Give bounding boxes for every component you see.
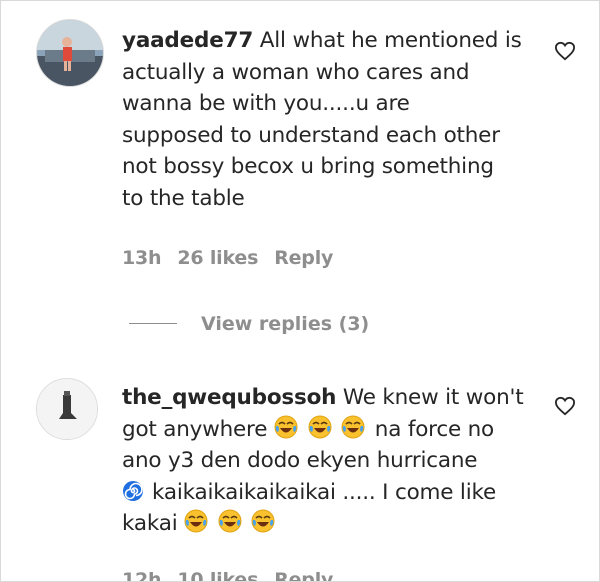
face-with-tears-of-joy-icon: [184, 509, 208, 533]
reply-button[interactable]: Reply: [274, 569, 333, 581]
comment-username[interactable]: yaadede77: [122, 28, 253, 53]
comment-text-line: actually a woman who cares and: [122, 59, 470, 85]
view-replies-label[interactable]: View replies (3): [201, 313, 369, 335]
comment-text-line: kaikaikaikaikaikai ..... I come like: [152, 479, 496, 505]
comment-text-line: got anywhere: [122, 416, 268, 442]
comment-text-line: ano y3 den dodo ekyen hurricane: [122, 448, 478, 473]
profile-photo-icon: [37, 379, 97, 439]
comment-meta: 13h 26 likes Reply: [122, 247, 349, 269]
view-replies-button[interactable]: View replies (3): [129, 313, 369, 335]
comment-body: the_qwequbossoh We knew it won't got any…: [122, 382, 562, 540]
face-with-tears-of-joy-icon: [274, 415, 298, 438]
comment-text-line: We knew it won't: [342, 385, 524, 410]
comment-time: 13h: [122, 247, 162, 269]
comment-text-line: wanna be with you.....u are: [122, 91, 410, 116]
divider-line: [129, 323, 177, 324]
comment-text-line: All what he mentioned is: [259, 28, 522, 53]
cyclone-icon: [123, 480, 143, 501]
comment-text-line: na force no: [374, 416, 494, 442]
heart-icon[interactable]: [554, 396, 576, 416]
comment-text-line: to the table: [122, 185, 245, 211]
comment-body: yaadede77 All what he mentioned is actua…: [122, 25, 562, 214]
comment-text-line: kakai: [122, 511, 178, 536]
face-with-tears-of-joy-icon: [251, 509, 275, 533]
comment-time: 12h: [122, 569, 162, 582]
comment-username[interactable]: the_qwequbossoh: [122, 385, 336, 410]
avatar[interactable]: [36, 378, 98, 440]
reply-button[interactable]: Reply: [274, 247, 333, 269]
comment-text-line: not bossy becox u bring something: [122, 154, 494, 179]
profile-photo-icon: [37, 20, 103, 86]
comment-text-line: supposed to understand each other: [122, 122, 500, 148]
comment-likes[interactable]: 10 likes: [177, 569, 258, 581]
avatar[interactable]: [36, 19, 104, 87]
comment-meta: 12h 10 likes Reply: [122, 569, 349, 582]
face-with-tears-of-joy-icon: [341, 415, 365, 438]
face-with-tears-of-joy-icon: [308, 415, 332, 438]
face-with-tears-of-joy-icon: [218, 509, 242, 533]
comments-panel: yaadede77 All what he mentioned is actua…: [0, 0, 600, 582]
comment-likes[interactable]: 26 likes: [177, 247, 258, 269]
heart-icon[interactable]: [554, 41, 576, 61]
